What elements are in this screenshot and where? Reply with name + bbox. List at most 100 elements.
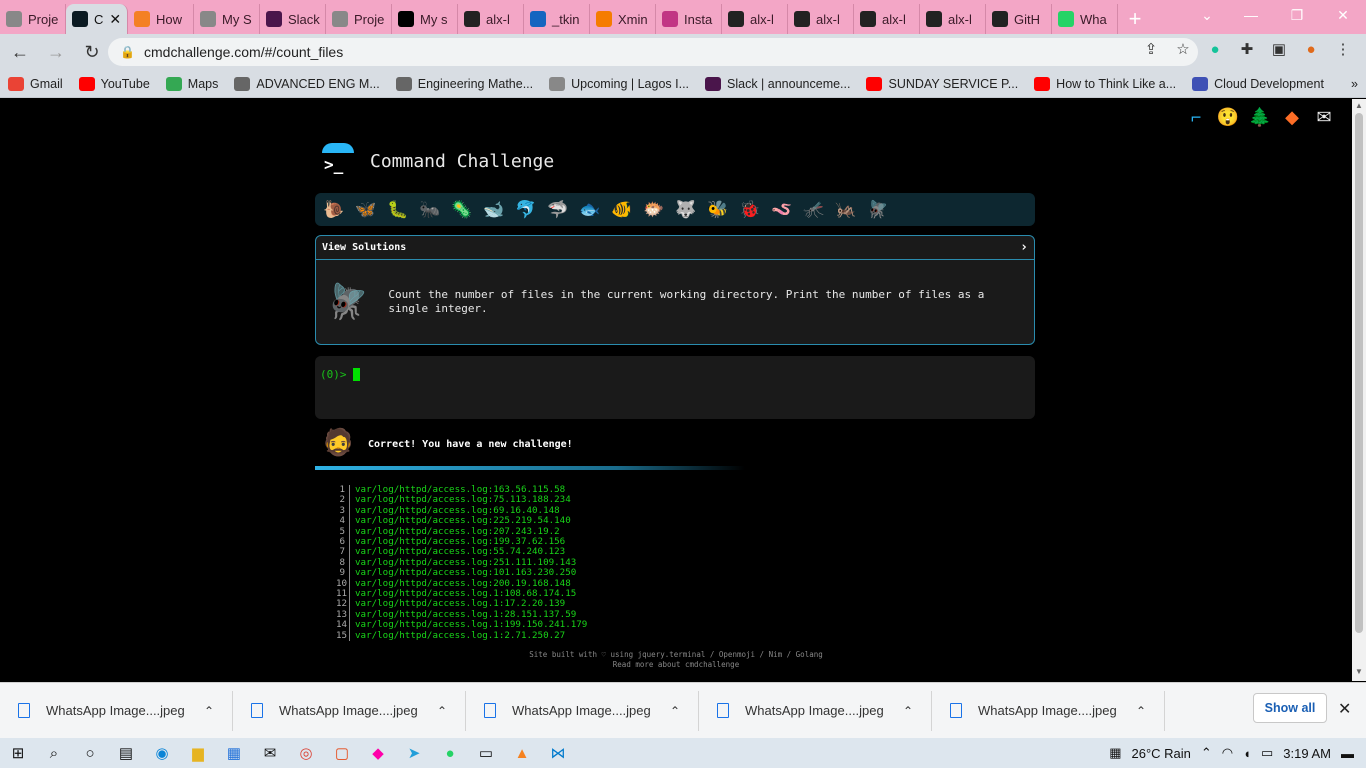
- menu-icon[interactable]: ⋮: [1332, 38, 1354, 60]
- whatsapp-icon[interactable]: ●: [432, 738, 468, 768]
- bookmark-item[interactable]: ADVANCED ENG M...: [226, 76, 387, 91]
- volume-icon[interactable]: ◖: [1243, 746, 1251, 761]
- download-item[interactable]: WhatsApp Image....jpeg ⌃: [466, 690, 699, 731]
- terminal-icon[interactable]: ▭: [468, 738, 504, 768]
- tab-8[interactable]: _tkin: [524, 4, 590, 34]
- tab-1[interactable]: C ✕: [66, 4, 128, 34]
- tab-9[interactable]: Xmin: [590, 4, 656, 34]
- store-icon[interactable]: ▦: [216, 738, 252, 768]
- office-icon[interactable]: ▢: [324, 738, 360, 768]
- show-all-button[interactable]: Show all: [1253, 693, 1327, 723]
- cortana-icon[interactable]: ○: [72, 738, 108, 768]
- page-scrollbar[interactable]: ▲ ▼: [1352, 99, 1366, 681]
- edge-icon[interactable]: ◉: [144, 738, 180, 768]
- minimize-button[interactable]: —: [1228, 0, 1274, 30]
- bookmark-item[interactable]: YouTube: [71, 76, 158, 91]
- chevron-up-icon[interactable]: ⌃: [670, 704, 680, 718]
- task-view-icon[interactable]: ▤: [108, 738, 144, 768]
- bookmark-item[interactable]: Cloud Development: [1184, 76, 1332, 91]
- whale-icon[interactable]: 🐋: [481, 197, 507, 223]
- weather-text[interactable]: 26°C Rain: [1131, 746, 1190, 761]
- windows-start-icon[interactable]: ⊞: [0, 738, 36, 768]
- tab-11[interactable]: alx-l: [722, 4, 788, 34]
- chevron-up-icon[interactable]: ⌃: [1136, 704, 1146, 718]
- bookmark-item[interactable]: Slack | announceme...: [697, 76, 858, 91]
- vlc-icon[interactable]: ▲: [504, 738, 540, 768]
- cmdchallenge-icon[interactable]: ⌐: [1184, 105, 1208, 129]
- butterfly-icon[interactable]: 🦋: [353, 197, 379, 223]
- address-bar[interactable]: 🔒 cmdchallenge.com/#/count_files: [108, 38, 1198, 66]
- tab-13[interactable]: alx-l: [854, 4, 920, 34]
- chevron-up-icon[interactable]: ⌃: [903, 704, 913, 718]
- back-button[interactable]: ←: [4, 36, 36, 68]
- tab-4[interactable]: Slack: [260, 4, 326, 34]
- caterpillar-icon[interactable]: 🐛: [385, 197, 411, 223]
- download-item[interactable]: WhatsApp Image....jpeg ⌃: [932, 690, 1165, 731]
- tab-6[interactable]: My s: [392, 4, 458, 34]
- emoji-face-icon[interactable]: 😲: [1216, 105, 1240, 129]
- mail-icon[interactable]: ✉: [1312, 105, 1336, 129]
- ladybug-icon[interactable]: 🐞: [737, 197, 763, 223]
- bee-icon[interactable]: 🐝: [705, 197, 731, 223]
- new-tab-button[interactable]: +: [1118, 4, 1152, 34]
- tab-10[interactable]: Insta: [656, 4, 722, 34]
- snail-icon[interactable]: 🐌: [321, 197, 347, 223]
- tab-7[interactable]: alx-l: [458, 4, 524, 34]
- tab-15[interactable]: GitH: [986, 4, 1052, 34]
- fish-icon[interactable]: 🐟: [577, 197, 603, 223]
- tab-3[interactable]: My S: [194, 4, 260, 34]
- microbe-icon[interactable]: 🦠: [449, 197, 475, 223]
- cricket-icon[interactable]: 🦗: [833, 197, 859, 223]
- bookmark-item[interactable]: SUNDAY SERVICE P...: [858, 76, 1026, 91]
- clock-time[interactable]: 3:19 AM: [1283, 746, 1331, 761]
- gitlab-icon[interactable]: ◆: [1280, 105, 1304, 129]
- dolphin-icon[interactable]: 🐬: [513, 197, 539, 223]
- tab-2[interactable]: How: [128, 4, 194, 34]
- bookmark-item[interactable]: Gmail: [0, 76, 71, 91]
- terminal-input[interactable]: (0)>: [315, 356, 1035, 419]
- battery-icon[interactable]: ▭: [1261, 745, 1273, 761]
- ant-icon[interactable]: 🐜: [417, 197, 443, 223]
- profile-avatar[interactable]: ●: [1300, 38, 1322, 60]
- paint-icon[interactable]: ◆: [360, 738, 396, 768]
- puffer-fish-icon[interactable]: 🐡: [641, 197, 667, 223]
- close-window-button[interactable]: ✕: [1320, 0, 1366, 30]
- download-item[interactable]: WhatsApp Image....jpeg ⌃: [699, 690, 932, 731]
- chevron-up-icon[interactable]: ⌃: [1201, 745, 1212, 761]
- file-explorer-icon[interactable]: ▆: [180, 738, 216, 768]
- chevron-down-icon[interactable]: ⌄: [1184, 0, 1230, 30]
- download-item[interactable]: WhatsApp Image....jpeg ⌃: [0, 690, 233, 731]
- vscode-icon[interactable]: ⋈: [540, 738, 576, 768]
- close-icon[interactable]: ✕: [1338, 699, 1351, 719]
- grammarly-icon[interactable]: ●: [1204, 38, 1226, 60]
- notifications-icon[interactable]: ▬: [1341, 746, 1354, 761]
- telegram-icon[interactable]: ➤: [396, 738, 432, 768]
- extensions-icon[interactable]: ✚: [1236, 38, 1258, 60]
- tab-16[interactable]: Wha: [1052, 4, 1118, 34]
- view-solutions-toggle[interactable]: View Solutions ›: [316, 236, 1034, 260]
- more-bookmarks-icon[interactable]: »: [1343, 77, 1366, 91]
- bookmark-item[interactable]: Upcoming | Lagos I...: [541, 76, 697, 91]
- footer-read-more-link[interactable]: Read more about cmdchallenge: [0, 660, 1352, 670]
- tab-5[interactable]: Proje: [326, 4, 392, 34]
- side-panel-icon[interactable]: ▣: [1268, 38, 1290, 60]
- mail-icon[interactable]: ✉: [252, 738, 288, 768]
- reload-button[interactable]: ↻: [76, 36, 108, 68]
- tab-12[interactable]: alx-l: [788, 4, 854, 34]
- bookmark-item[interactable]: Engineering Mathe...: [388, 76, 541, 91]
- close-tab-icon[interactable]: ✕: [109, 11, 121, 28]
- tab-14[interactable]: alx-l: [920, 4, 986, 34]
- shark-icon[interactable]: 🦈: [545, 197, 571, 223]
- wolf-icon[interactable]: 🐺: [673, 197, 699, 223]
- share-icon[interactable]: ⇪: [1140, 38, 1162, 60]
- bookmark-star-icon[interactable]: ☆: [1172, 38, 1194, 60]
- bookmark-item[interactable]: Maps: [158, 76, 227, 91]
- maximize-button[interactable]: ❐: [1274, 0, 1320, 30]
- search-icon[interactable]: ⌕: [36, 738, 72, 768]
- tropical-fish-icon[interactable]: 🐠: [609, 197, 635, 223]
- worm-icon[interactable]: 🪱: [769, 197, 795, 223]
- tab-0[interactable]: Proje: [0, 4, 66, 34]
- fly-icon[interactable]: 🪰: [865, 197, 891, 223]
- chrome-icon[interactable]: ◎: [288, 738, 324, 768]
- chevron-up-icon[interactable]: ⌃: [204, 704, 214, 718]
